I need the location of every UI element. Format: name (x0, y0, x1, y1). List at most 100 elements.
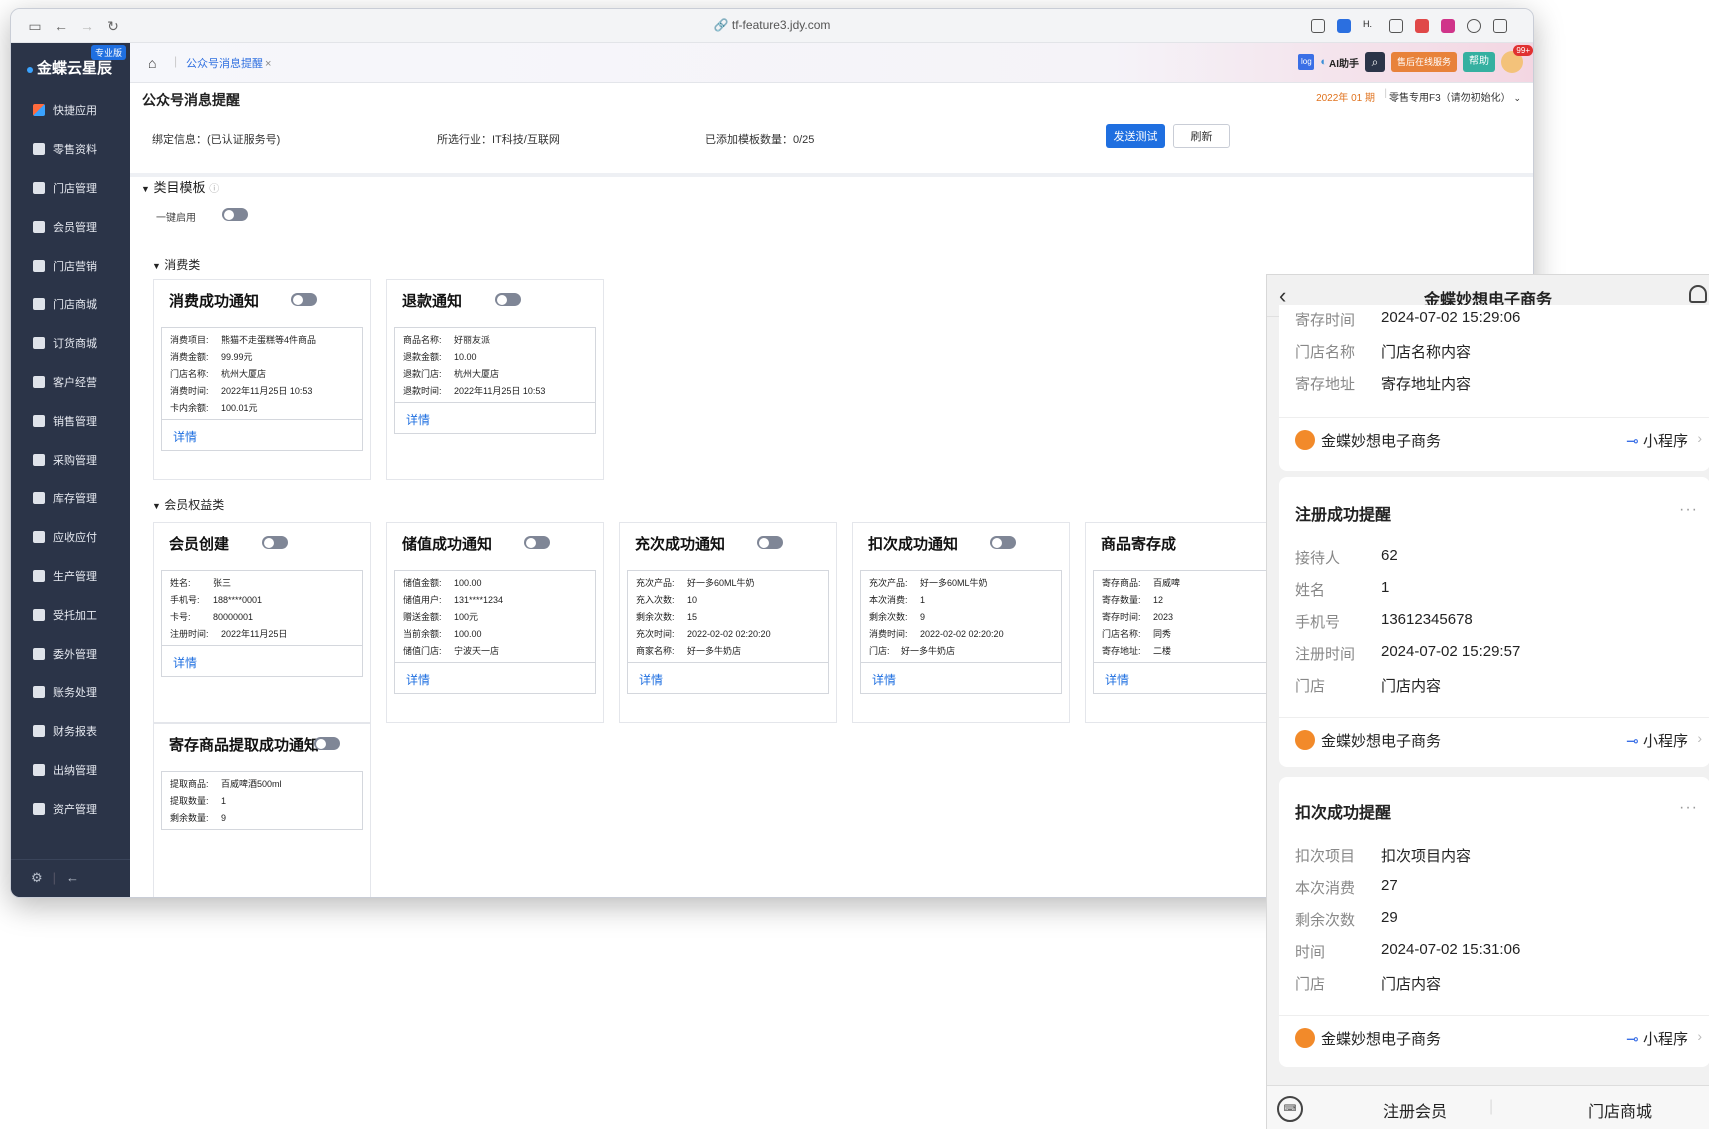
card-preview: 商品名称: 好丽友派 退款金额: 10.00 退款门店: 杭州大厦店 退款时间: 202… (394, 327, 596, 434)
message-footer[interactable]: 金蝶妙想电子商务 ⊸ 小程序 › (1279, 417, 1709, 461)
sidebar-item-store-marketing[interactable]: 门店营销 (11, 246, 130, 285)
app-logo[interactable]: 金蝶云星辰 专业版 (11, 43, 130, 91)
ai-assistant-button[interactable]: ◐ AI助手 (1320, 55, 1359, 70)
sidebar-item-store-mall[interactable]: 门店商城 (11, 285, 130, 324)
preview-row: 赠送金额: 100元 (403, 609, 595, 626)
page-header: 公众号消息提醒 2022年 01 期 | 零售专用F3（请勿初始化） ⌄ 绑定信… (130, 83, 1533, 177)
preview-row: 储值门店: 宁波天一店 (403, 643, 595, 660)
preview-row: 剩余次数: 9 (869, 609, 1061, 626)
template-toggle[interactable] (314, 737, 340, 750)
more-icon[interactable]: ··· (1679, 501, 1698, 519)
message-footer[interactable]: 金蝶妙想电子商务 ⊸ 小程序 › (1279, 717, 1709, 761)
notion-icon[interactable] (1389, 19, 1403, 33)
send-test-button[interactable]: 发送测试 (1106, 124, 1165, 148)
tab-wechat-reminder[interactable]: 公众号消息提醒 × (186, 55, 271, 71)
sidebar-item-store-mgmt[interactable]: 门店管理 (11, 169, 130, 208)
detail-link[interactable]: 详情 (162, 419, 362, 450)
detail-link[interactable]: 详情 (395, 662, 595, 693)
caret-down-icon: ▼ (152, 261, 161, 271)
preview-row: 充入次数: 10 (636, 592, 828, 609)
card-preview: 姓名: 张三 手机号: 188****0001 卡号: 80000001 注册时间: 2… (161, 570, 363, 677)
member-benefit-group[interactable]: ▼ 会员权益类 (152, 496, 224, 513)
split-view-icon[interactable] (1493, 19, 1507, 33)
one-click-enable-toggle[interactable] (222, 208, 248, 221)
detail-link[interactable]: 详情 (628, 662, 828, 693)
sidebar-item-outsourcing[interactable]: 委外管理 (11, 634, 130, 673)
template-card-member-create: 会员创建 姓名: 张三 手机号: 188****0001 卡号: 80000001 注… (153, 522, 371, 723)
message-row: 剩余次数 29 (1295, 909, 1398, 930)
message-title: 注册成功提醒 (1295, 507, 1392, 524)
link-icon: ⊸ (1626, 433, 1639, 450)
settings-icon[interactable]: ⚙ (31, 870, 43, 885)
row-value: 宁波天一店 (454, 646, 500, 656)
period-selector[interactable]: 2022年 01 期 (1316, 89, 1375, 104)
card-title: 消费成功通知 (169, 293, 260, 310)
extension-icon[interactable] (1441, 19, 1455, 33)
extension-icon[interactable] (1311, 19, 1325, 33)
category-template-section[interactable]: ▼ 类目模板 ⓘ (141, 177, 219, 196)
reader-icon[interactable] (1467, 19, 1481, 33)
sidebar-item-retail-data[interactable]: 零售资料 (11, 130, 130, 169)
more-icon[interactable]: ··· (1679, 799, 1698, 817)
close-icon[interactable]: × (265, 58, 271, 70)
sidebar-item-purchase[interactable]: 采购管理 (11, 440, 130, 479)
refresh-button[interactable]: 刷新 (1173, 124, 1230, 148)
collapse-arrow-icon[interactable]: ← (66, 870, 79, 885)
sidebar-item-cashier[interactable]: 出纳管理 (11, 751, 130, 790)
keyboard-icon[interactable]: ⌨ (1277, 1096, 1303, 1122)
avatar[interactable]: 99+ (1501, 45, 1533, 73)
template-toggle[interactable] (990, 536, 1016, 549)
sidebar-item-assets[interactable]: 资产管理 (11, 789, 130, 828)
message-footer[interactable]: 金蝶妙想电子商务 ⊸ 小程序 › (1279, 1015, 1709, 1059)
extension-icon[interactable] (1337, 19, 1351, 33)
sidebar-item-inventory[interactable]: 库存管理 (11, 479, 130, 518)
sidebar-item-sales[interactable]: 销售管理 (11, 401, 130, 440)
grid-icon (33, 104, 45, 117)
sidebar-item-member-mgmt[interactable]: 会员管理 (11, 207, 130, 246)
mini-program-link[interactable]: ⊸ 小程序 (1626, 730, 1688, 751)
detail-link[interactable]: 详情 (395, 402, 595, 433)
sidebar-item-processing[interactable]: 受托加工 (11, 595, 130, 634)
search-icon[interactable]: ⌕ (1364, 52, 1385, 72)
row-value: 2024-07-02 15:29:57 (1381, 643, 1521, 660)
kingdee-logo-icon (1295, 430, 1315, 450)
home-icon[interactable]: ⌂ (148, 55, 156, 71)
detail-link[interactable]: 详情 (162, 645, 362, 676)
sidebar-item-accounting[interactable]: 账务处理 (11, 673, 130, 712)
detail-link[interactable]: 详情 (861, 662, 1061, 693)
template-toggle[interactable] (524, 536, 550, 549)
template-toggle[interactable] (757, 536, 783, 549)
org-selector[interactable]: 零售专用F3（请勿初始化） ⌄ (1389, 89, 1521, 104)
sidebar-item-reports[interactable]: 财务报表 (11, 712, 130, 751)
user-icon[interactable] (1689, 285, 1707, 303)
address-bar[interactable]: 🔗 tf-feature3.jdy.com (11, 18, 1533, 32)
extension-icon[interactable] (1415, 19, 1429, 33)
sidebar-item-customer[interactable]: 客户经营 (11, 363, 130, 402)
preview-row: 商品名称: 好丽友派 (403, 332, 595, 349)
sidebar-item-label: 门店管理 (53, 182, 97, 195)
mini-program-link[interactable]: ⊸ 小程序 (1626, 430, 1688, 451)
row-key: 门店名称: (1102, 629, 1141, 639)
card-title: 会员创建 (169, 536, 230, 553)
row-value: 27 (1381, 877, 1398, 894)
menu-register-member[interactable]: 注册会员 (1383, 1098, 1447, 1122)
card-title: 寄存商品提取成功通知 (169, 737, 320, 754)
template-toggle[interactable] (291, 293, 317, 306)
online-service-button[interactable]: 售后在线服务 (1390, 52, 1457, 72)
menu-store-mall[interactable]: 门店商城 (1588, 1098, 1652, 1122)
sidebar-item-production[interactable]: 生产管理 (11, 557, 130, 596)
mini-program-link[interactable]: ⊸ 小程序 (1626, 1028, 1688, 1049)
help-button[interactable]: 帮助 (1463, 52, 1495, 72)
extension-icon[interactable]: H. (1363, 19, 1377, 33)
sidebar-item-quick-apps[interactable]: 快捷应用 (11, 91, 130, 130)
sidebar-item-receivable[interactable]: 应收应付 (11, 518, 130, 557)
row-key: 寄存地址 (1295, 376, 1356, 393)
row-value: 好一多60ML牛奶 (920, 578, 988, 588)
template-toggle[interactable] (262, 536, 288, 549)
sidebar-item-order-mall[interactable]: 订货商城 (11, 324, 130, 363)
help-circle-icon[interactable]: ⓘ (209, 184, 219, 195)
detail-link[interactable]: 详情 (1094, 662, 1294, 693)
consume-group[interactable]: ▼ 消费类 (152, 256, 200, 273)
log-icon[interactable]: log (1298, 54, 1315, 70)
template-toggle[interactable] (495, 293, 521, 306)
